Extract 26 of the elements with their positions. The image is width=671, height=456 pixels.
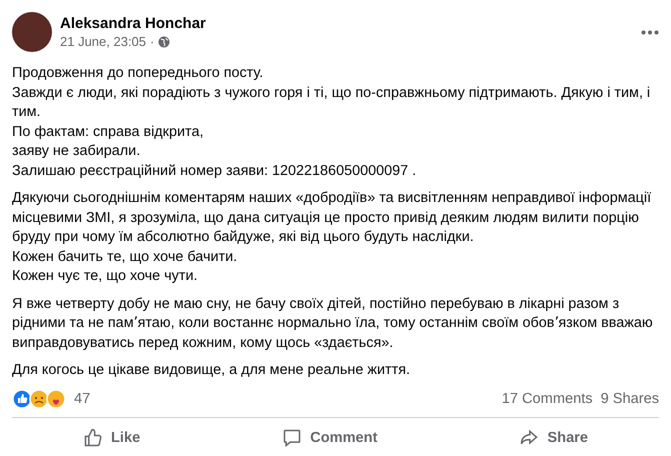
share-button[interactable]: Share: [499, 420, 608, 456]
post-text-line: Я вже четверту добу не маю сну, не бачу своїх дітей, постійно перебуваю в лікарні разом з рідними та не пам՚ятаю, коли востаннє нормально їла, тому останнім своїм обов՚язком вважаю виправдовуватись перед кожним, кому щось «здається».: [12, 294, 654, 352]
share-count[interactable]: 9 Shares: [600, 390, 659, 406]
post-text-line: заяву не забирали.: [12, 142, 142, 161]
reaction-count[interactable]: 47: [74, 390, 90, 406]
thumbs-up-icon: [82, 428, 103, 448]
comment-count[interactable]: 17 Comments: [502, 390, 593, 406]
comment-button[interactable]: Comment: [262, 420, 398, 456]
post-text-line: Кожен бачить те, що хоче бачити.: [12, 248, 238, 266]
avatar[interactable]: [12, 12, 52, 52]
share-arrow-icon: [519, 428, 540, 448]
author-name[interactable]: Aleksandra Honchar: [60, 15, 633, 32]
post-text-line: Залишаю реєстраційний номер заяви: 12022186050000097 .: [12, 162, 418, 180]
speech-bubble-icon: [282, 428, 302, 448]
post-text-line: Кожен чує те, що хоче чути.: [12, 267, 198, 286]
post-text-line: Для когось це цікаве видовище, а для мене реальне життя.: [12, 361, 412, 380]
globe-icon: [158, 36, 170, 48]
like-button[interactable]: Like: [62, 420, 160, 456]
reaction-emojis-icon[interactable]: [12, 388, 66, 408]
post-text-line: Продовження до попереднього посту.: [12, 64, 264, 83]
post-text-line: Завжди є люди, які порадіють з чужого горя і ті, що по-справжньому підтримають. Дякую і тим, і тим.: [12, 84, 652, 122]
dot-separator: ·: [150, 34, 154, 49]
post-text-line: Дякуючи сьогоднішнім коментарям наших «добродіїв» та висвітленням неправдивої інформації місцевими ЗМІ, я зрозуміла, що дана ситуація це просто привід деяким людям вилити порцію бруду при чому їм абсолютно байдуже, які від цього будуть наслідки.: [12, 189, 652, 247]
post-date[interactable]: 21 June, 23:05: [60, 34, 146, 49]
more-options-icon[interactable]: [641, 30, 659, 34]
post-text-line: По фактам: справа відкрита,: [12, 122, 204, 142]
